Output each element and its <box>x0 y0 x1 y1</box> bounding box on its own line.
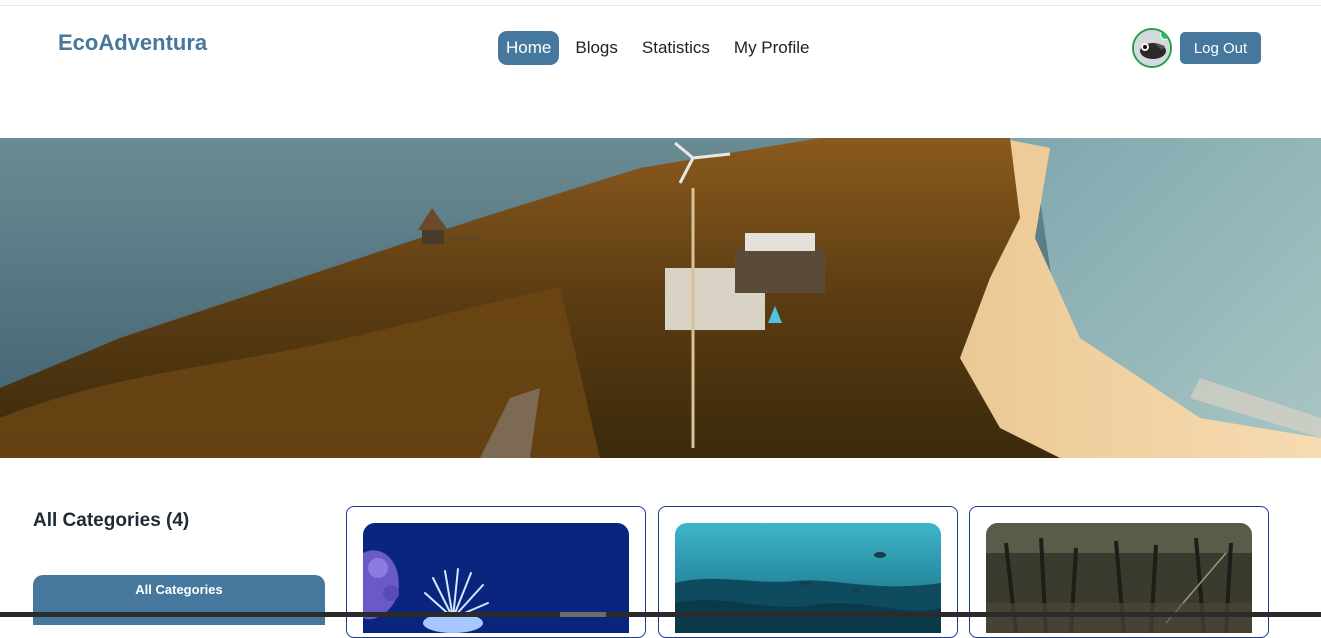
nav-my-profile[interactable]: My Profile <box>726 31 818 65</box>
hero-banner <box>0 138 1321 458</box>
user-avatar[interactable] <box>1132 28 1172 68</box>
top-rule <box>0 0 1321 6</box>
categories-heading: All Categories (4) <box>33 510 190 531</box>
brand-logo[interactable]: EcoAdventura <box>58 30 207 56</box>
blog-card[interactable] <box>658 506 958 638</box>
horizontal-scrollbar[interactable] <box>0 612 1321 617</box>
all-categories-button[interactable]: All Categories <box>33 575 325 625</box>
blog-card[interactable] <box>346 506 646 638</box>
hero-image <box>0 138 1321 458</box>
main-nav: Home Blogs Statistics My Profile <box>498 30 818 66</box>
online-status-dot <box>1160 30 1170 40</box>
scrollbar-thumb[interactable] <box>560 612 606 617</box>
nav-blogs[interactable]: Blogs <box>567 31 626 65</box>
nav-home[interactable]: Home <box>498 31 560 65</box>
logout-button[interactable]: Log Out <box>1180 32 1261 64</box>
blog-card[interactable] <box>969 506 1269 638</box>
nav-statistics[interactable]: Statistics <box>634 31 718 65</box>
